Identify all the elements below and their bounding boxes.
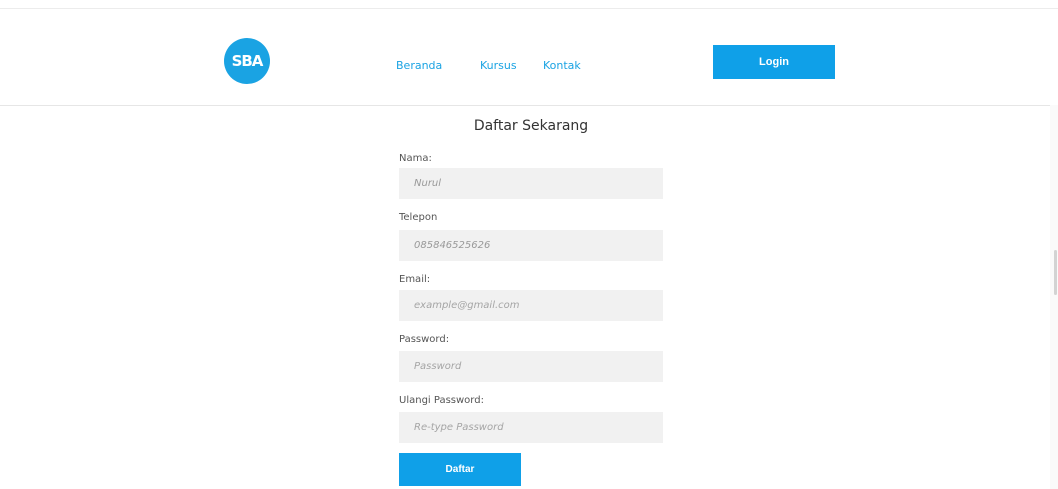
retype-password-label: Ulangi Password: <box>399 395 484 406</box>
password-input[interactable] <box>399 351 663 382</box>
nav-link-beranda[interactable]: Beranda <box>396 59 480 72</box>
phone-label: Telepon <box>399 212 438 223</box>
phone-input-value: 085846525626 <box>414 240 491 251</box>
nav-link-kursus[interactable]: Kursus <box>480 59 543 72</box>
main-nav: Beranda Kursus Kontak <box>396 59 593 72</box>
name-input-value: Nurul <box>414 178 442 189</box>
site-logo[interactable]: SBA <box>224 38 270 84</box>
login-button[interactable]: Login <box>713 45 835 79</box>
submit-button[interactable]: Daftar <box>399 453 521 486</box>
nav-link-kontak[interactable]: Kontak <box>543 59 593 72</box>
logo-text: SBA <box>231 52 264 70</box>
retype-password-input[interactable] <box>399 412 663 443</box>
phone-input[interactable]: 085846525626 <box>399 230 663 261</box>
password-label: Password: <box>399 334 450 345</box>
name-input[interactable]: Nurul <box>399 168 663 199</box>
email-input[interactable] <box>399 290 663 321</box>
site-header <box>0 9 1058 106</box>
scrollbar-track[interactable] <box>1050 105 1058 489</box>
scrollbar-thumb[interactable] <box>1054 250 1057 295</box>
email-label: Email: <box>399 274 431 285</box>
form-title: Daftar Sekarang <box>473 118 589 134</box>
name-label: Nama: <box>399 153 432 164</box>
registration-page: SBA Beranda Kursus Kontak Login Daftar S… <box>0 0 1058 489</box>
